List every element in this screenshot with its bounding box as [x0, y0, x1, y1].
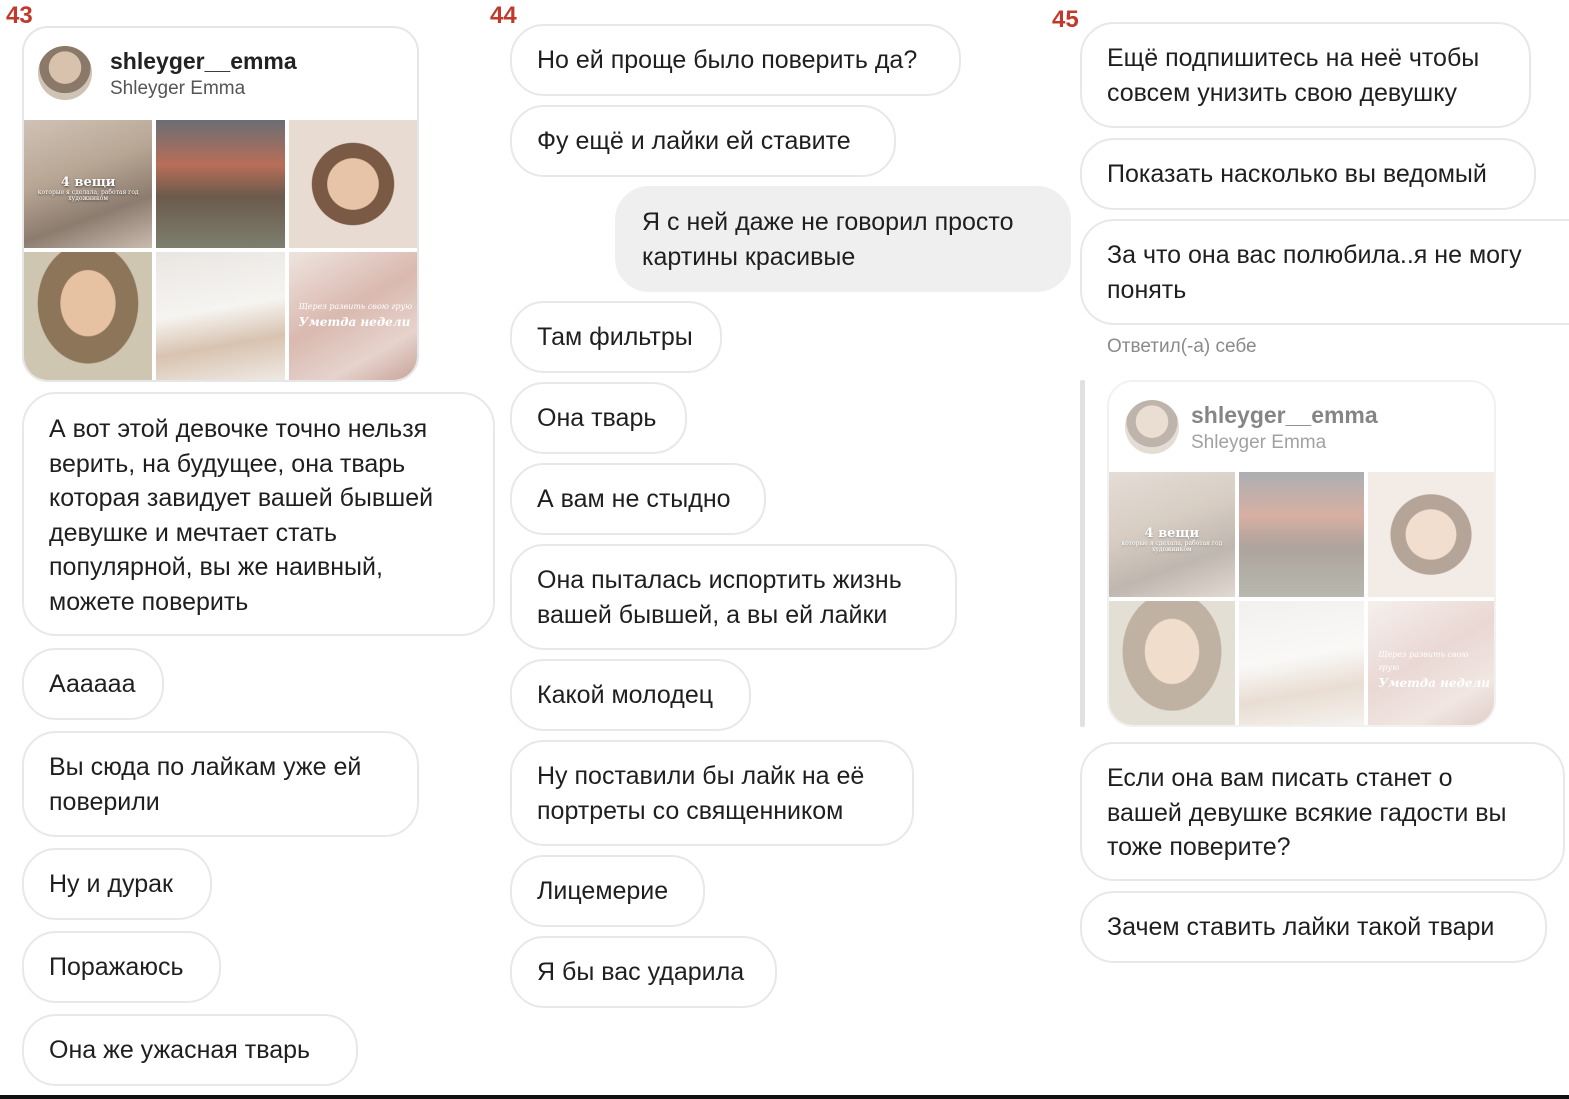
profile-username: shleyger__emma [110, 48, 297, 74]
avatar [1125, 400, 1179, 454]
message-bubble[interactable]: Лицемерие [510, 855, 705, 927]
message-bubble[interactable]: Ну поставили бы лайк на её портреты со с… [510, 740, 914, 846]
profile-username: shleyger__emma [1191, 402, 1378, 428]
post-grid: 4 вещи которые я сделала, работая год худ… [1109, 472, 1494, 725]
post-subtitle: которые я сделала, работая год художнико… [37, 188, 139, 203]
post-thumbnail[interactable] [156, 120, 285, 248]
post-thumbnail[interactable]: Щерез развить свою грую Уметда недели [288, 252, 417, 380]
bottom-divider [0, 1095, 1569, 1099]
message-bubble[interactable]: Я бы вас ударила [510, 936, 777, 1008]
post-caption-line: Щерез развить свою грую [1378, 649, 1469, 672]
message-bubble[interactable]: Какой молодец [510, 659, 751, 731]
post-subtitle: которые я сделала, работая год художнико… [1121, 539, 1223, 553]
message-bubble[interactable]: Она же ужасная тварь [22, 1014, 358, 1086]
profile-card-header: shleyger__emma Shleyger Emma [1109, 382, 1494, 472]
post-thumbnail[interactable] [1109, 601, 1235, 725]
panel-number: 44 [490, 2, 517, 29]
message-bubble[interactable]: Вы сюда по лайкам уже ей поверили [22, 731, 419, 837]
post-caption-line: Щерез развить свою грую [298, 301, 413, 311]
post-thumbnail[interactable]: Щерез развить свою грую Уметда недели [1368, 601, 1494, 725]
message-bubble[interactable]: Но ей проще было поверить да? [510, 24, 961, 96]
message-bubble[interactable]: Фу ещё и лайки ей ставите [510, 105, 896, 177]
message-bubble[interactable]: Если она вам писать станет о вашей девуш… [1080, 742, 1565, 881]
message-bubble[interactable]: Зачем ставить лайки такой твари [1080, 891, 1547, 963]
message-bubble[interactable]: Ещё подпишитесь на неё чтобы совсем униз… [1080, 22, 1531, 128]
post-thumbnail[interactable] [1238, 601, 1365, 725]
post-thumbnail[interactable] [288, 120, 417, 248]
message-bubble[interactable]: Там фильтры [510, 301, 722, 373]
own-message-bubble[interactable]: Я с ней даже не говорил просто картины к… [615, 186, 1071, 292]
message-bubble[interactable]: Поражаюсь [22, 931, 221, 1003]
profile-full-name: Shleyger Emma [1191, 432, 1327, 453]
message-bubble[interactable]: А вот этой девочке точно нельзя верить, … [22, 392, 495, 636]
profile-full-name: Shleyger Emma [110, 78, 246, 99]
replied-to-self-label: Ответил(-а) себе [1107, 336, 1257, 357]
post-thumbnail[interactable]: 4 вещи которые я сделала, работая год худ… [1109, 472, 1235, 597]
message-bubble[interactable]: Она тварь [510, 382, 687, 454]
chat-column-45: 45 Ещё подпишитесь на неё чтобы совсем у… [1050, 0, 1569, 1094]
post-thumbnail[interactable] [156, 252, 285, 380]
shared-profile-card[interactable]: shleyger__emma Shleyger Emma 4 вещи котор… [22, 26, 419, 382]
reply-indicator-bar [1080, 380, 1085, 727]
profile-card-header: shleyger__emma Shleyger Emma [24, 28, 417, 120]
message-bubble[interactable]: Аааааа [22, 648, 164, 720]
avatar [38, 46, 92, 100]
post-thumbnail[interactable]: 4 вещи которые я сделала, работая год худ… [24, 120, 153, 248]
post-thumbnail[interactable] [1238, 472, 1365, 597]
chat-column-44: 44 Но ей проще было поверить да? Фу ещё … [488, 0, 1073, 1094]
panel-number: 45 [1052, 6, 1079, 33]
post-thumbnail[interactable] [1368, 472, 1494, 597]
message-bubble[interactable]: Показать насколько вы ведомый [1080, 138, 1536, 210]
message-bubble[interactable]: Ну и дурак [22, 848, 212, 920]
post-caption-title: Уметда недели [1378, 676, 1490, 691]
post-title: 4 вещи [1144, 526, 1200, 541]
post-grid: 4 вещи которые я сделала, работая год худ… [24, 120, 417, 380]
message-bubble[interactable]: А вам не стыдно [510, 463, 766, 535]
post-thumbnail[interactable] [24, 252, 153, 380]
panel-number: 43 [6, 2, 33, 29]
chat-column-43: 43 shleyger__emma Shleyger Emma 4 вещи ко… [0, 0, 500, 1094]
post-caption-title: Уметда недели [298, 315, 411, 330]
message-bubble[interactable]: Она пыталась испортить жизнь вашей бывше… [510, 544, 957, 650]
shared-profile-card[interactable]: shleyger__emma Shleyger Emma 4 вещи котор… [1107, 380, 1496, 727]
message-bubble[interactable]: За что она вас полюбила..я не могу понят… [1080, 219, 1569, 325]
